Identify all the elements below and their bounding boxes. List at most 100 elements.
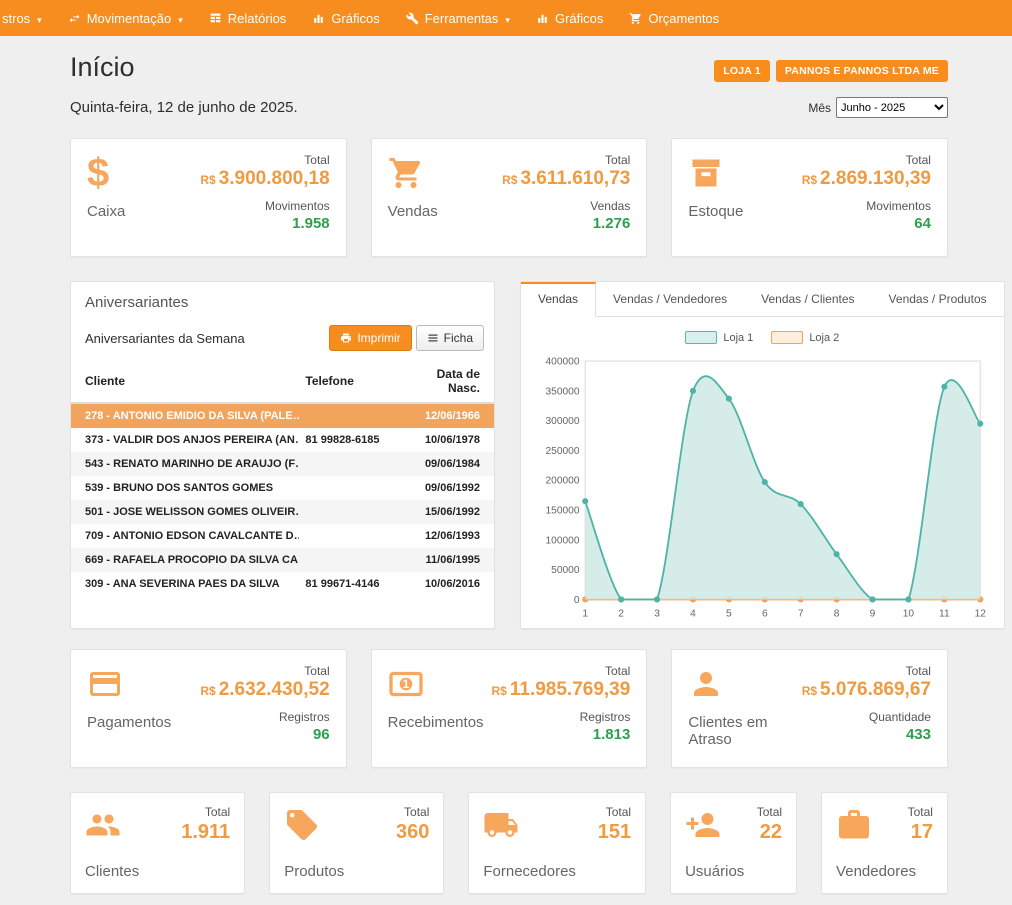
total-value: R$3.611.610,73 [502, 167, 630, 192]
nav-item-relatorios[interactable]: Relatórios [196, 0, 300, 36]
card-title: Aniversariantes [71, 282, 494, 321]
svg-text:0: 0 [574, 595, 580, 606]
table-row[interactable]: 278 - ANTONIO EMIDIO DA SILVA (PALE…12/0… [71, 403, 494, 428]
nav-item-graficos-1[interactable]: Gráficos [299, 0, 392, 36]
fornecedores-card: Total 151 Fornecedores [468, 792, 646, 894]
column-header-nascimento: Data de Nasc. [401, 361, 494, 403]
dollar-icon [87, 153, 109, 193]
svg-text:300000: 300000 [545, 416, 579, 427]
nav-item-orcamentos[interactable]: Orçamentos [616, 0, 732, 36]
nav-label: Movimentação [87, 11, 172, 26]
table-row[interactable]: 539 - BRUNO DOS SANTOS GOMES09/06/1992 [71, 476, 494, 500]
chevron-down-icon [177, 11, 183, 26]
total-label: Total [802, 664, 931, 678]
produtos-card: Total 360 Produtos [269, 792, 444, 894]
total-value: 1.911 [181, 821, 230, 844]
page-content: Início LOJA 1 PANNOS E PANNOS LTDA ME Qu… [0, 36, 1012, 894]
count-label: Quantidade [802, 710, 931, 724]
svg-text:8: 8 [834, 608, 840, 619]
total-label: Total [181, 805, 230, 819]
tab-vendas-produtos[interactable]: Vendas / Produtos [872, 282, 1004, 316]
card-subtitle: Aniversariantes da Semana [85, 331, 245, 346]
loja2-swatch-icon [771, 331, 803, 344]
svg-text:200000: 200000 [545, 476, 579, 487]
nav-label: Gráficos [555, 11, 603, 26]
stat-label: Vendas [388, 203, 438, 220]
table-row[interactable]: 309 - ANA SEVERINA PAES DA SILVA81 99671… [71, 572, 494, 596]
person-add-icon [685, 807, 721, 843]
legend-item-loja1: Loja 1 [685, 331, 753, 344]
chart-tabs: Vendas Vendas / Vendedores Vendas / Clie… [521, 282, 1004, 317]
month-label: Mês [808, 101, 831, 115]
total-label: Total [502, 153, 630, 167]
table-row[interactable]: 709 - ANTONIO EDSON CAVALCANTE D…12/06/1… [71, 524, 494, 548]
svg-text:250000: 250000 [545, 446, 579, 457]
table-row[interactable]: 501 - JOSE WELISSON GOMES OLIVEIR…15/06/… [71, 500, 494, 524]
legend-item-loja2: Loja 2 [771, 331, 839, 344]
imprimir-button[interactable]: Imprimir [329, 325, 411, 351]
nav-item-cadastros[interactable]: stros [0, 0, 55, 36]
credit-card-icon [87, 666, 123, 702]
nav-item-ferramentas[interactable]: Ferramentas [393, 0, 523, 36]
count-label: Registros [200, 710, 329, 724]
stat-label: Usuários [685, 863, 782, 880]
stat-label: Recebimentos [388, 714, 484, 731]
stat-label: Pagamentos [87, 714, 171, 731]
clientes-card: Total 1.911 Clientes [70, 792, 245, 894]
svg-text:5: 5 [726, 608, 732, 619]
tab-vendas-clientes[interactable]: Vendas / Clientes [744, 282, 871, 316]
month-select[interactable]: Junho - 2025 [836, 97, 948, 118]
count-value: 96 [200, 726, 329, 743]
total-label: Total [200, 153, 329, 167]
top-navbar: stros Movimentação Relatórios Gráficos F… [0, 0, 1012, 36]
nav-label: Relatórios [228, 11, 287, 26]
nav-item-graficos-2[interactable]: Gráficos [523, 0, 616, 36]
ficha-button[interactable]: Ficha [416, 325, 484, 351]
printer-icon [340, 332, 352, 344]
column-header-cliente: Cliente [71, 361, 299, 403]
stat-label: Produtos [284, 863, 429, 880]
tag-icon [284, 807, 320, 843]
svg-text:400000: 400000 [545, 356, 579, 367]
sales-chart-svg: 0500001000001500002000002500003000003500… [533, 352, 992, 622]
svg-text:12: 12 [975, 608, 987, 619]
stat-label: Estoque [688, 203, 743, 220]
count-label: Movimentos [802, 199, 931, 213]
list-icon [427, 332, 439, 344]
aniversariantes-card: Aniversariantes Aniversariantes da Seman… [70, 281, 495, 629]
nav-item-movimentacao[interactable]: Movimentação [55, 0, 196, 36]
tab-vendas-vendedores[interactable]: Vendas / Vendedores [596, 282, 744, 316]
truck-icon [483, 807, 519, 843]
table-row[interactable]: 543 - RENATO MARINHO DE ARAUJO (F…09/06/… [71, 452, 494, 476]
vendedores-card: Total 17 Vendedores [821, 792, 948, 894]
cart-icon [629, 12, 642, 25]
page-title: Início [70, 52, 135, 83]
count-value: 433 [802, 726, 931, 743]
svg-text:9: 9 [870, 608, 876, 619]
column-header-telefone: Telefone [299, 361, 401, 403]
vendas-card: Vendas Total R$3.611.610,73 Vendas 1.276 [371, 138, 648, 257]
sales-chart-card: Vendas Vendas / Vendedores Vendas / Clie… [520, 281, 1005, 629]
svg-text:1: 1 [582, 608, 588, 619]
total-value: 17 [908, 821, 933, 844]
svg-text:350000: 350000 [545, 386, 579, 397]
nav-label: Ferramentas [425, 11, 499, 26]
svg-text:6: 6 [762, 608, 768, 619]
total-value: 151 [598, 821, 631, 844]
total-value: R$11.985.769,39 [492, 678, 631, 703]
loja1-swatch-icon [685, 331, 717, 344]
count-label: Movimentos [200, 199, 329, 213]
birthdays-table: Cliente Telefone Data de Nasc. 278 - ANT… [71, 361, 494, 596]
current-date: Quinta-feira, 12 de junho de 2025. [70, 99, 298, 116]
count-value: 1.958 [200, 215, 329, 232]
svg-text:50000: 50000 [551, 565, 580, 576]
svg-text:10: 10 [903, 608, 915, 619]
table-row[interactable]: 669 - RAFAELA PROCOPIO DA SILVA CA…11/06… [71, 548, 494, 572]
total-value: R$5.076.869,67 [802, 678, 931, 703]
briefcase-icon [836, 807, 872, 843]
stat-label: Vendedores [836, 863, 933, 880]
table-row[interactable]: 373 - VALDIR DOS ANJOS PEREIRA (AN…81 99… [71, 428, 494, 452]
tab-vendas[interactable]: Vendas [521, 282, 596, 317]
count-value: 64 [802, 215, 931, 232]
store-badges: LOJA 1 PANNOS E PANNOS LTDA ME [714, 60, 948, 82]
